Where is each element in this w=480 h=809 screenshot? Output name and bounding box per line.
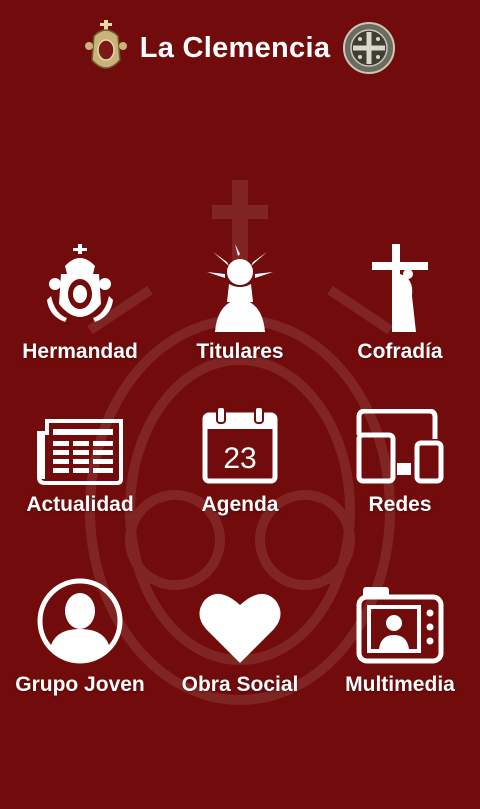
menu-tile-cofradia[interactable]: Cofradía (320, 240, 480, 385)
heart-icon (199, 593, 281, 663)
menu-label-titulares: Titulares (196, 340, 284, 363)
user-icon (37, 578, 123, 664)
cross-icon (372, 244, 428, 332)
menu-tile-grupo-joven[interactable]: Grupo Joven (0, 565, 160, 745)
menu-label-agenda: Agenda (201, 493, 279, 516)
main-menu-grid: Hermandad Titulares Cofradía Actualidad … (0, 240, 480, 745)
app-header: La Clemencia (0, 18, 480, 78)
menu-label-hermandad: Hermandad (22, 340, 138, 363)
devices-icon (356, 409, 444, 484)
menu-tile-redes[interactable]: Redes (320, 385, 480, 565)
menu-tile-agenda[interactable]: 23 Agenda (160, 385, 320, 565)
calendar-day-number: 23 (223, 442, 256, 475)
menu-tile-obra-social[interactable]: Obra Social (160, 565, 320, 745)
menu-label-redes: Redes (368, 493, 432, 516)
menu-label-actualidad: Actualidad (26, 493, 134, 516)
calendar-icon: 23 (202, 406, 278, 484)
menu-tile-multimedia[interactable]: Multimedia (320, 565, 480, 745)
menu-label-multimedia: Multimedia (345, 673, 455, 696)
brotherhood-crest-icon (84, 20, 127, 69)
newspaper-icon (37, 419, 123, 485)
app-title: La Clemencia (139, 31, 331, 64)
menu-label-obra-social: Obra Social (181, 673, 299, 696)
christ-figure-icon (207, 244, 273, 332)
menu-tile-hermandad[interactable]: Hermandad (0, 240, 160, 385)
menu-label-cofradia: Cofradía (357, 340, 443, 363)
camera-icon (356, 587, 444, 664)
menu-label-grupo-joven: Grupo Joven (15, 673, 145, 696)
menu-tile-actualidad[interactable]: Actualidad (0, 385, 160, 565)
crest-icon (47, 244, 113, 322)
saint-benedict-medal-icon (343, 22, 396, 74)
menu-tile-titulares[interactable]: Titulares (160, 240, 320, 385)
